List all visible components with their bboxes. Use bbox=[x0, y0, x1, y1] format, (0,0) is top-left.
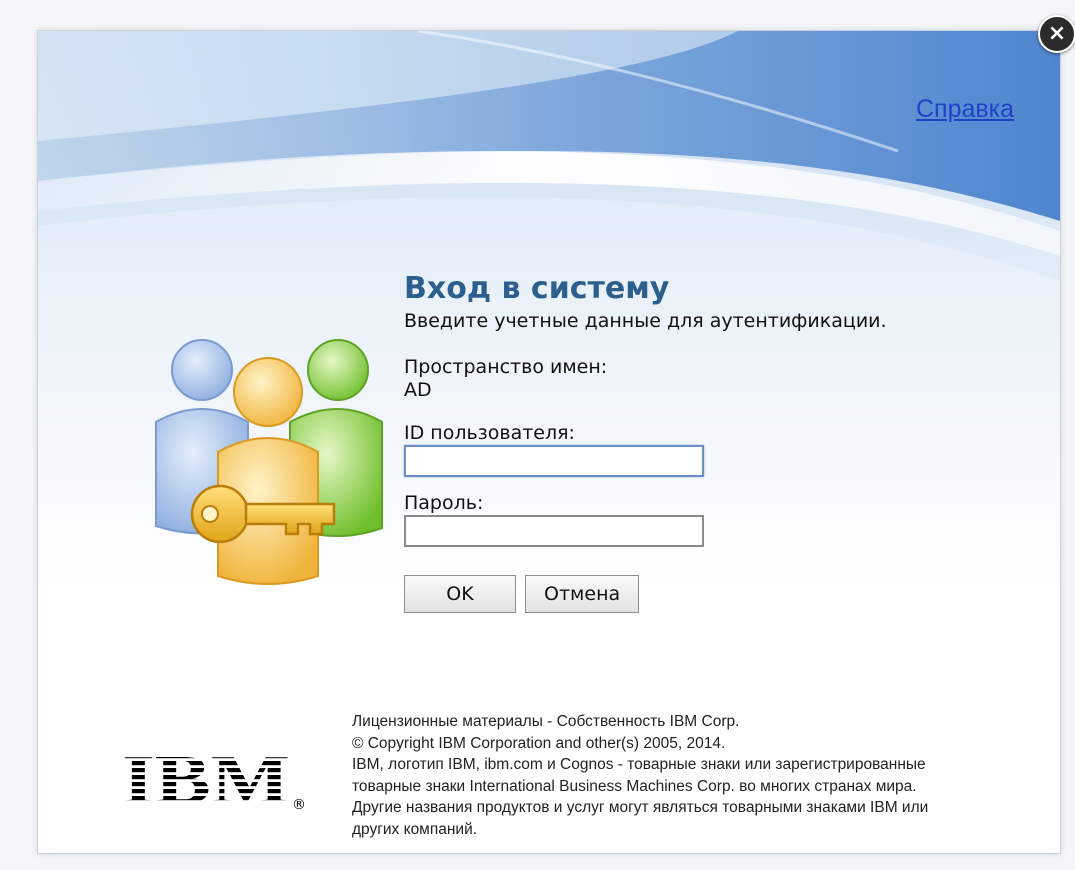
close-button[interactable]: × bbox=[1038, 15, 1075, 53]
copyright-line: IBM, логотип IBM, ibm.com и Cognos - тов… bbox=[352, 756, 926, 774]
cancel-button[interactable]: Отмена bbox=[525, 575, 640, 613]
copyright-line: © Copyright IBM Corporation and other(s)… bbox=[352, 734, 726, 752]
namespace-value: AD bbox=[404, 379, 432, 401]
page-title: Вход в систему bbox=[404, 271, 670, 306]
login-instructions: Введите учетные данные для аутентификаци… bbox=[404, 310, 887, 332]
copyright-line: товарные знаки International Business Ma… bbox=[352, 777, 917, 795]
copyright-line: других компаний. bbox=[352, 820, 478, 838]
copyright-line: Другие названия продуктов и услуг могут … bbox=[352, 799, 929, 817]
users-key-icon bbox=[155, 339, 383, 585]
button-row: OK Отмена bbox=[404, 575, 1024, 613]
ibm-logo: IBM ® bbox=[122, 747, 306, 817]
login-form: Вход в систему Введите учетные данные дл… bbox=[404, 271, 1024, 613]
ibm-logo-text: IBM bbox=[122, 747, 290, 817]
copyright-notice: Лицензионные материалы - Собственность I… bbox=[352, 711, 1060, 841]
stage: Справка Вход в систему Введите учетные д… bbox=[0, 0, 1075, 870]
user-id-label: ID пользователя: bbox=[404, 422, 575, 444]
close-icon: × bbox=[1047, 21, 1067, 46]
user-id-input[interactable] bbox=[404, 445, 704, 477]
namespace-label: Пространство имен: bbox=[404, 356, 608, 378]
login-dialog: Справка Вход в систему Введите учетные д… bbox=[37, 30, 1061, 854]
registered-mark: ® bbox=[292, 797, 306, 813]
help-link[interactable]: Справка bbox=[916, 95, 1014, 124]
password-input[interactable] bbox=[404, 515, 704, 547]
copyright-line: Лицензионные материалы - Собственность I… bbox=[352, 713, 740, 730]
password-label: Пароль: bbox=[404, 492, 484, 514]
ok-button[interactable]: OK bbox=[404, 575, 516, 613]
